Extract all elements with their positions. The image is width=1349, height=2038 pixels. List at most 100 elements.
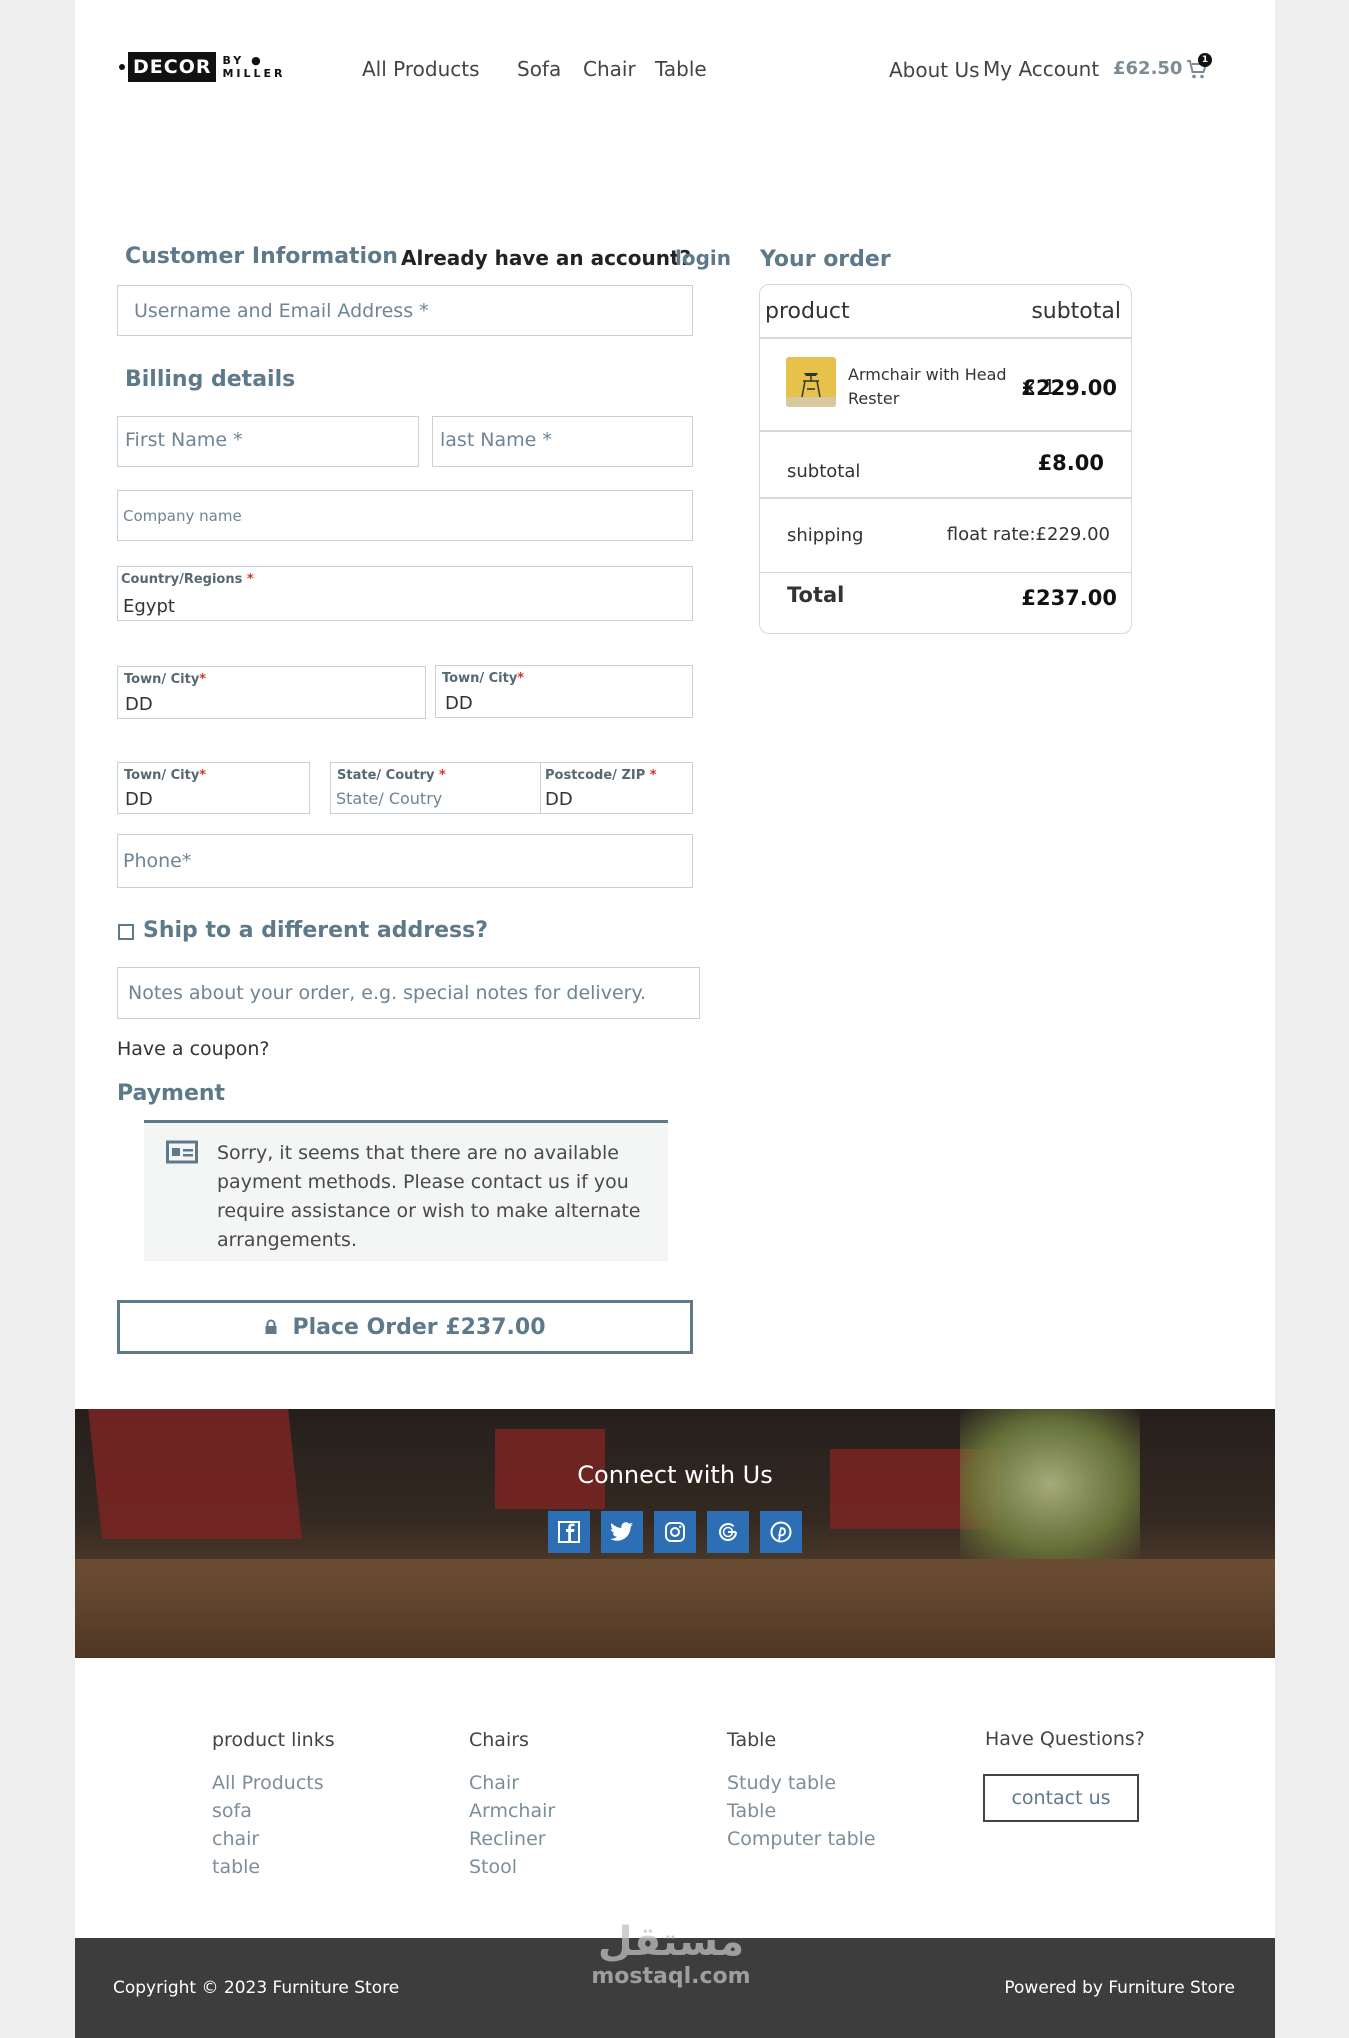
item-price: £229.00	[1021, 376, 1117, 400]
total-label: Total	[787, 583, 845, 607]
armchair-icon	[786, 373, 836, 407]
phone-field[interactable]: Phone*	[117, 834, 693, 888]
order-divider	[760, 430, 1131, 432]
login-link[interactable]: login	[675, 246, 731, 270]
order-notes-placeholder: Notes about your order, e.g. special not…	[128, 982, 647, 1004]
town-city-field-1[interactable]: Town/ City* DD	[117, 666, 426, 719]
powered-by-text: Powered by Furniture Store	[1004, 1978, 1235, 1998]
footer-link-sofa[interactable]: sofa	[212, 1800, 252, 1822]
logo-miller: MILLER	[222, 67, 286, 80]
place-order-label: Place Order £237.00	[292, 1314, 546, 1340]
state-field[interactable]: State/ Coutry * State/ Coutry	[330, 762, 543, 814]
order-divider	[760, 497, 1131, 499]
footer-link-stool[interactable]: Stool	[469, 1856, 517, 1878]
footer-link-all-products[interactable]: All Products	[212, 1772, 324, 1794]
town-city-field-3[interactable]: Town/ City* DD	[117, 762, 310, 814]
site-logo[interactable]: DECOR BY ● MILLER	[119, 52, 286, 82]
footer-col3-title: Table	[727, 1729, 777, 1751]
place-order-button[interactable]: Place Order £237.00	[117, 1300, 693, 1354]
order-summary: product subtotal Armchair with Head Rest…	[759, 284, 1132, 634]
logo-dot	[119, 64, 125, 70]
watermark-arabic: مستقل	[597, 1919, 745, 1965]
background-table	[75, 1559, 1275, 1658]
nav-table[interactable]: Table	[655, 57, 707, 81]
payment-notice-text: Sorry, it seems that there are no availa…	[217, 1142, 641, 1251]
postcode-field[interactable]: Postcode/ ZIP * DD	[540, 762, 693, 814]
nav-all-products[interactable]: All Products	[362, 57, 480, 81]
footer-col1-title: product links	[212, 1729, 335, 1751]
footer-link-table-2[interactable]: Table	[727, 1800, 776, 1822]
footer-col2-title: Chairs	[469, 1729, 529, 1751]
nav-sofa[interactable]: Sofa	[517, 57, 561, 81]
info-card-icon	[166, 1140, 198, 1164]
logo-side: BY ● MILLER	[222, 54, 286, 80]
google-icon[interactable]	[707, 1511, 749, 1553]
contact-us-button[interactable]: contact us	[983, 1774, 1139, 1822]
username-email-placeholder: Username and Email Address *	[134, 300, 429, 322]
state-placeholder: State/ Coutry	[336, 789, 443, 808]
copyright-text: Copyright © 2023 Furniture Store	[113, 1978, 400, 1998]
facebook-icon[interactable]	[548, 1511, 590, 1553]
company-placeholder: Company name	[123, 507, 242, 525]
country-label: Country/Regions *	[121, 572, 254, 587]
nav-about-us[interactable]: About Us	[889, 58, 980, 82]
last-name-field[interactable]: last Name *	[432, 416, 693, 467]
footer-link-armchair[interactable]: Armchair	[469, 1800, 555, 1822]
product-thumbnail	[786, 357, 836, 407]
town-city-field-2[interactable]: Town/ City* DD	[435, 665, 693, 718]
your-order-title: Your order	[760, 247, 891, 272]
state-label: State/ Coutry *	[337, 768, 446, 783]
billing-title: Billing details	[125, 367, 296, 392]
payment-notice: Sorry, it seems that there are no availa…	[144, 1120, 668, 1261]
username-email-field[interactable]: Username and Email Address *	[117, 285, 693, 336]
connect-banner: Connect with Us	[75, 1409, 1275, 1658]
town-city-value-2: DD	[445, 693, 473, 714]
connect-title: Connect with Us	[577, 1461, 773, 1489]
coupon-link[interactable]: Have a coupon?	[117, 1038, 270, 1060]
footer-link-recliner[interactable]: Recliner	[469, 1828, 546, 1850]
last-name-placeholder: last Name *	[440, 429, 552, 451]
have-account-text: Already have an account?	[401, 246, 692, 270]
footer-link-chair-2[interactable]: Chair	[469, 1772, 519, 1794]
order-divider	[760, 572, 1131, 573]
payment-title: Payment	[117, 1081, 226, 1106]
town-city-label-1: Town/ City*	[124, 672, 207, 687]
lock-icon	[265, 1319, 277, 1334]
subtotal-label: subtotal	[787, 461, 861, 482]
twitter-icon[interactable]	[601, 1511, 643, 1553]
subtotal-value: £8.00	[1037, 451, 1104, 475]
footer-link-study-table[interactable]: Study table	[727, 1772, 836, 1794]
order-notes-field[interactable]: Notes about your order, e.g. special not…	[117, 967, 700, 1019]
footer-col4-title: Have Questions?	[985, 1728, 1145, 1750]
first-name-placeholder: First Name *	[125, 429, 243, 451]
logo-main: DECOR	[128, 52, 217, 82]
total-value: £237.00	[1021, 586, 1117, 610]
town-city-value-3: DD	[125, 789, 153, 810]
footer-link-table[interactable]: table	[212, 1856, 260, 1878]
company-field[interactable]: Company name	[117, 490, 693, 541]
cart-total[interactable]: £62.50	[1113, 58, 1182, 79]
mostaql-watermark: مستقل mostaql.com	[591, 1920, 751, 1990]
town-city-label-2: Town/ City*	[442, 671, 525, 686]
footer-link-chair[interactable]: chair	[212, 1828, 259, 1850]
nav-chair[interactable]: Chair	[583, 57, 636, 81]
order-col-product: product	[765, 299, 850, 324]
postcode-label: Postcode/ ZIP *	[545, 768, 657, 783]
country-field[interactable]: Country/Regions * Egypt	[117, 566, 693, 621]
postcode-value: DD	[545, 789, 573, 810]
shipping-value: float rate:£229.00	[946, 524, 1110, 545]
ship-different-checkbox[interactable]	[118, 924, 134, 940]
country-value: Egypt	[123, 596, 175, 617]
first-name-field[interactable]: First Name *	[117, 416, 419, 467]
ship-different-label[interactable]: Ship to a different address?	[143, 918, 488, 943]
logo-by: BY	[222, 54, 245, 67]
watermark-latin: mostaql.com	[591, 1964, 751, 1989]
town-city-label-3: Town/ City*	[124, 768, 207, 783]
instagram-icon[interactable]	[654, 1511, 696, 1553]
pinterest-icon[interactable]	[760, 1511, 802, 1553]
nav-my-account[interactable]: My Account	[983, 57, 1099, 81]
customer-info-title: Customer Information	[125, 244, 398, 269]
shipping-label: shipping	[787, 525, 864, 546]
footer-link-computer-table[interactable]: Computer table	[727, 1828, 876, 1850]
order-col-subtotal: subtotal	[1031, 299, 1121, 324]
